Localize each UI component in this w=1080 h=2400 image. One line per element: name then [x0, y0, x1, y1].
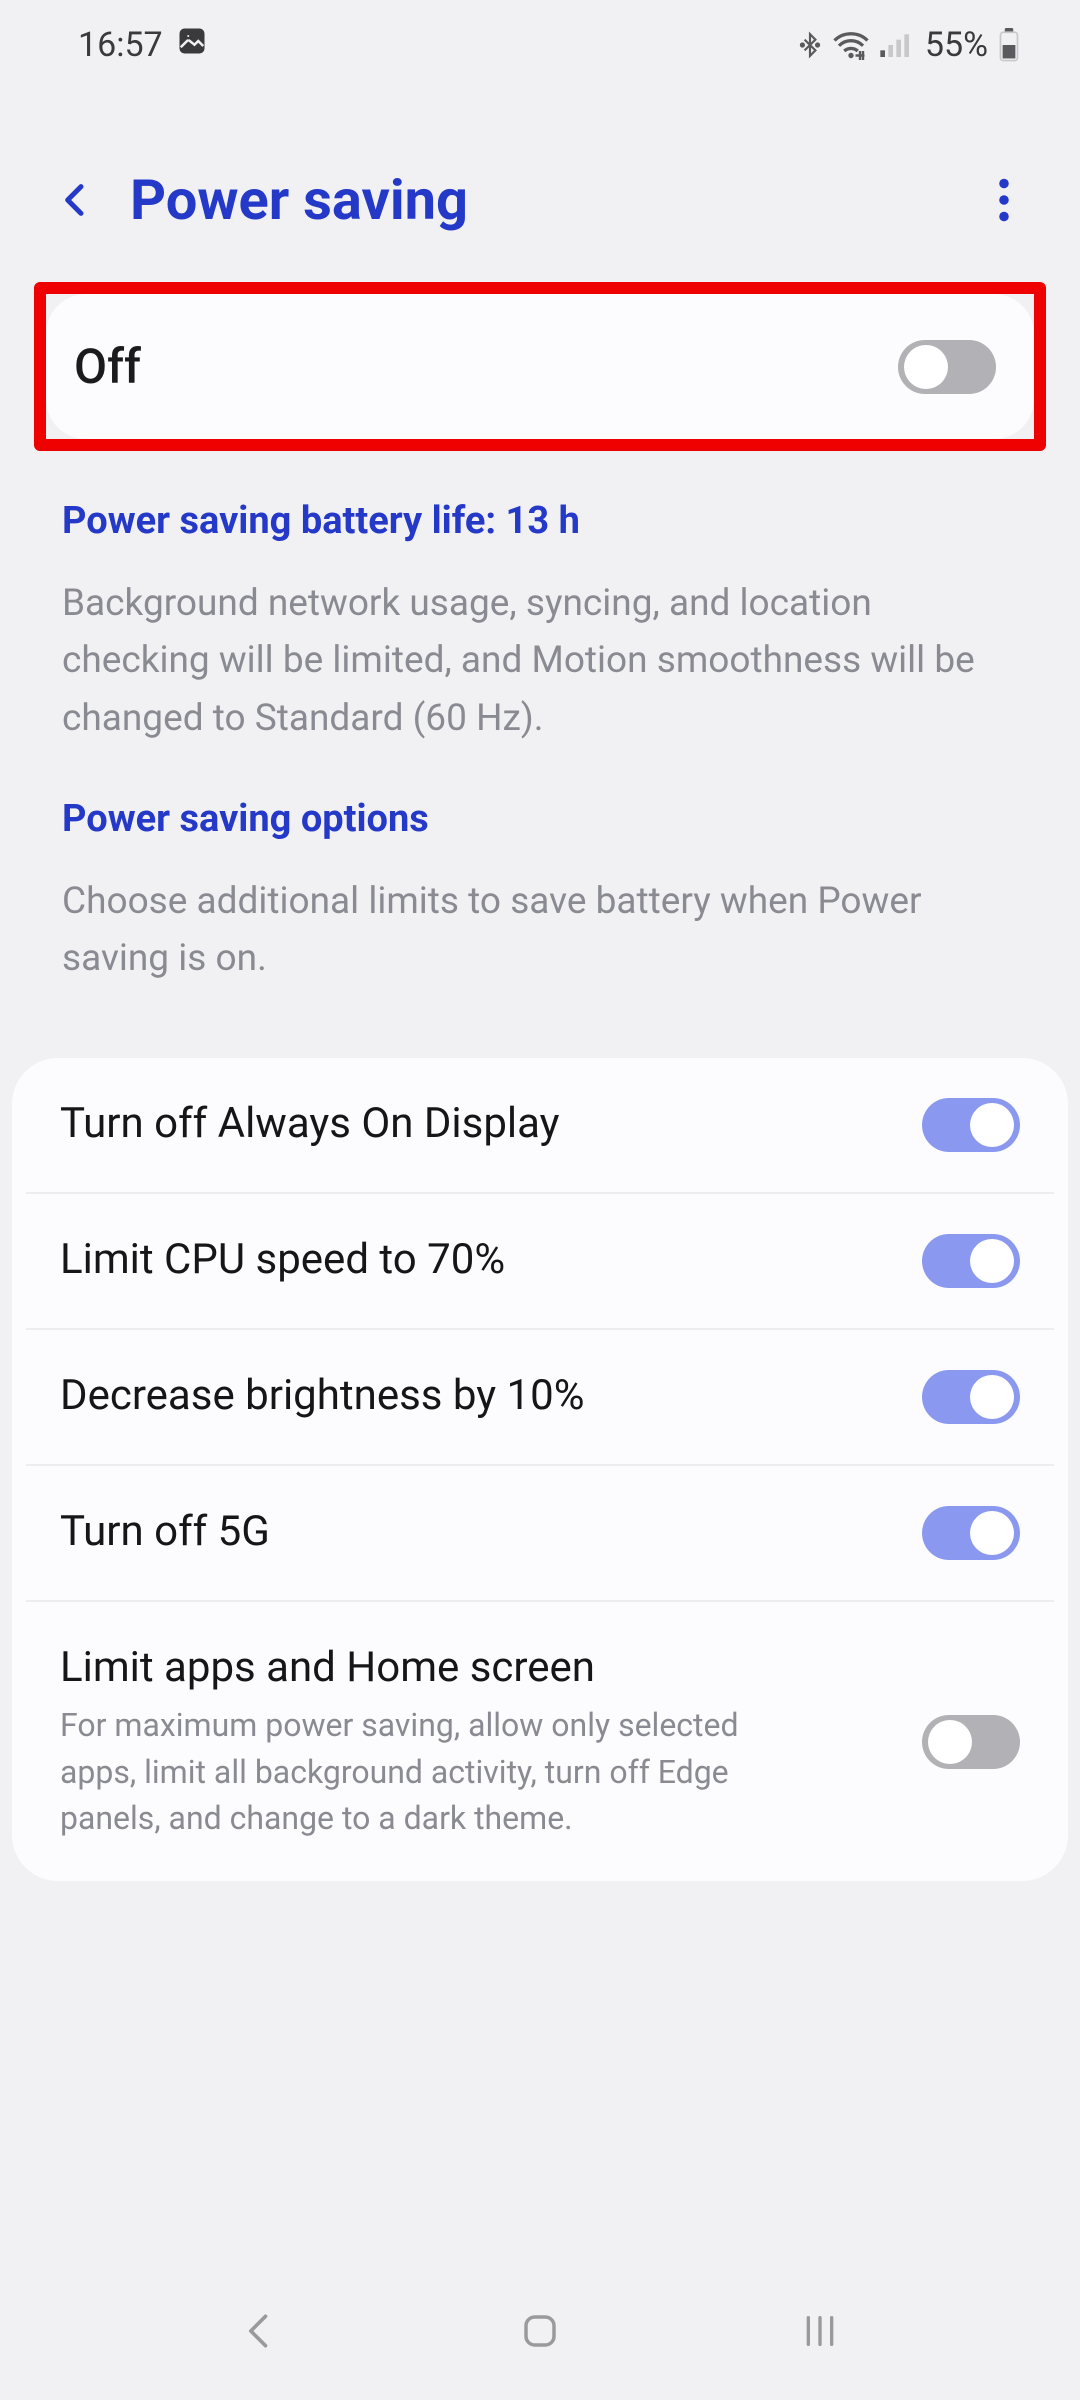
info-section: Power saving battery life: 13 h Backgrou… [0, 451, 1080, 1058]
option-switch-limit-cpu[interactable] [922, 1234, 1020, 1288]
option-turn-off-5g[interactable]: Turn off 5G [26, 1464, 1054, 1600]
highlight-annotation: Off [34, 282, 1046, 451]
option-title: Turn off Always On Display [60, 1098, 892, 1151]
option-text: Limit apps and Home screen For maximum p… [60, 1642, 892, 1842]
system-nav-bar [0, 2290, 1080, 2400]
option-text: Turn off 5G [60, 1506, 892, 1559]
power-saving-master-switch[interactable] [898, 340, 996, 394]
option-text: Limit CPU speed to 70% [60, 1234, 892, 1287]
status-left: 16:57 [78, 25, 207, 65]
options-description: Choose additional limits to save battery… [62, 873, 1018, 988]
power-saving-master-label: Off [74, 338, 141, 395]
status-time: 16:57 [78, 25, 163, 65]
status-bar: 16:57 [0, 0, 1080, 90]
battery-life-description: Background network usage, syncing, and l… [62, 575, 1018, 747]
nav-back-button[interactable] [220, 2301, 300, 2361]
option-title: Limit apps and Home screen [60, 1642, 892, 1695]
switch-knob [928, 1720, 972, 1764]
more-options-button[interactable] [974, 170, 1034, 230]
battery-life-heading: Power saving battery life: 13 h [62, 499, 1018, 543]
page-title: Power saving [130, 167, 974, 233]
option-switch-always-on-display[interactable] [922, 1098, 1020, 1152]
option-limit-cpu[interactable]: Limit CPU speed to 70% [26, 1192, 1054, 1328]
switch-knob [970, 1375, 1014, 1419]
bluetooth-icon [797, 29, 823, 61]
option-always-on-display[interactable]: Turn off Always On Display [12, 1058, 1068, 1192]
nav-home-button[interactable] [500, 2301, 580, 2361]
switch-knob [970, 1239, 1014, 1283]
wifi-icon [833, 30, 869, 60]
option-text: Decrease brightness by 10% [60, 1370, 892, 1423]
option-title: Decrease brightness by 10% [60, 1370, 892, 1423]
option-text: Turn off Always On Display [60, 1098, 892, 1151]
option-title: Turn off 5G [60, 1506, 892, 1559]
option-switch-limit-apps[interactable] [922, 1715, 1020, 1769]
option-switch-turn-off-5g[interactable] [922, 1506, 1020, 1560]
nav-recents-button[interactable] [780, 2301, 860, 2361]
status-right: 55% [797, 25, 1020, 65]
switch-knob [970, 1103, 1014, 1147]
option-title: Limit CPU speed to 70% [60, 1234, 892, 1287]
status-battery-text: 55% [925, 25, 988, 65]
option-subtitle: For maximum power saving, allow only sel… [60, 1702, 820, 1841]
power-saving-options-card: Turn off Always On Display Limit CPU spe… [12, 1058, 1068, 1882]
switch-knob [904, 345, 948, 389]
power-saving-master-row[interactable]: Off [46, 294, 1034, 439]
battery-icon [998, 28, 1020, 62]
picture-icon [177, 25, 207, 65]
option-decrease-brightness[interactable]: Decrease brightness by 10% [26, 1328, 1054, 1464]
switch-knob [970, 1511, 1014, 1555]
options-heading: Power saving options [62, 797, 1018, 841]
option-limit-apps[interactable]: Limit apps and Home screen For maximum p… [26, 1600, 1054, 1882]
option-switch-decrease-brightness[interactable] [922, 1370, 1020, 1424]
header: Power saving [0, 140, 1080, 260]
back-button[interactable] [46, 170, 106, 230]
cellular-icon [879, 31, 911, 59]
